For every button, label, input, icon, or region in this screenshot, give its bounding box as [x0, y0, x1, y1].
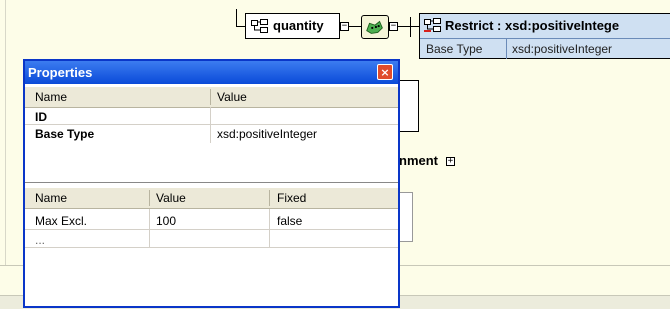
expand-icon[interactable]: +: [446, 157, 455, 166]
top-table-header: Name Value: [25, 87, 398, 108]
element-icon: [251, 19, 268, 33]
connector-line: [410, 17, 411, 37]
properties-body: Name Value ID Base Type xsd:positiveInte…: [25, 84, 398, 306]
restriction-header: Restrict : xsd:positiveIntege: [420, 14, 670, 39]
connector-line: [349, 26, 361, 27]
column-separator: [506, 39, 507, 59]
canvas-left-border: [5, 0, 6, 265]
properties-title: Properties: [28, 65, 93, 80]
properties-title-bar[interactable]: Properties ×: [25, 61, 398, 84]
column-header-value: Value: [156, 191, 186, 205]
property-name-base-type[interactable]: Base Type: [35, 127, 94, 141]
restriction-node[interactable]: Restrict : xsd:positiveIntege Base Type …: [419, 13, 670, 59]
partial-element-name: nment: [399, 153, 438, 168]
base-type-label: Base Type: [426, 42, 483, 56]
facet-value[interactable]: 100: [156, 214, 176, 228]
column-header-value: Value: [217, 90, 247, 104]
grid-line: [210, 107, 211, 143]
grid-line: [25, 247, 398, 248]
sequence-compositor[interactable]: [361, 15, 389, 39]
column-header-fixed: Fixed: [277, 191, 307, 205]
connector-line: [398, 26, 419, 27]
column-separator[interactable]: [210, 89, 211, 105]
table-divider: [25, 182, 398, 183]
facets-table-header: Name Value Fixed: [25, 188, 398, 209]
grid-line: [269, 209, 270, 247]
column-separator[interactable]: [269, 190, 270, 206]
facet-name-placeholder[interactable]: ...: [35, 233, 45, 247]
property-value-base-type[interactable]: xsd:positiveInteger: [217, 127, 317, 141]
grid-line: [25, 229, 398, 230]
restriction-title: Restrict : xsd:positiveIntege: [445, 18, 620, 33]
sequence-icon: [366, 20, 383, 34]
element-name: quantity: [273, 18, 324, 33]
close-button[interactable]: ×: [377, 64, 393, 80]
connector-line: [236, 9, 237, 27]
collapse-icon[interactable]: −: [340, 22, 349, 31]
collapse-icon[interactable]: −: [389, 22, 398, 31]
base-type-value: xsd:positiveInteger: [512, 42, 613, 56]
column-header-name: Name: [35, 90, 68, 104]
restriction-base-type-row: Base Type xsd:positiveInteger: [420, 39, 670, 59]
facet-fixed[interactable]: false: [277, 214, 302, 228]
facet-name[interactable]: Max Excl.: [35, 214, 87, 228]
grid-line: [25, 124, 398, 125]
restriction-icon: [424, 18, 441, 32]
column-separator[interactable]: [149, 190, 150, 206]
column-header-name: Name: [35, 191, 68, 205]
properties-window[interactable]: Properties × Name Value ID Base Type xsd…: [23, 59, 400, 308]
element-quantity[interactable]: quantity: [245, 13, 340, 39]
property-name-id[interactable]: ID: [35, 110, 47, 124]
grid-line: [149, 209, 150, 247]
